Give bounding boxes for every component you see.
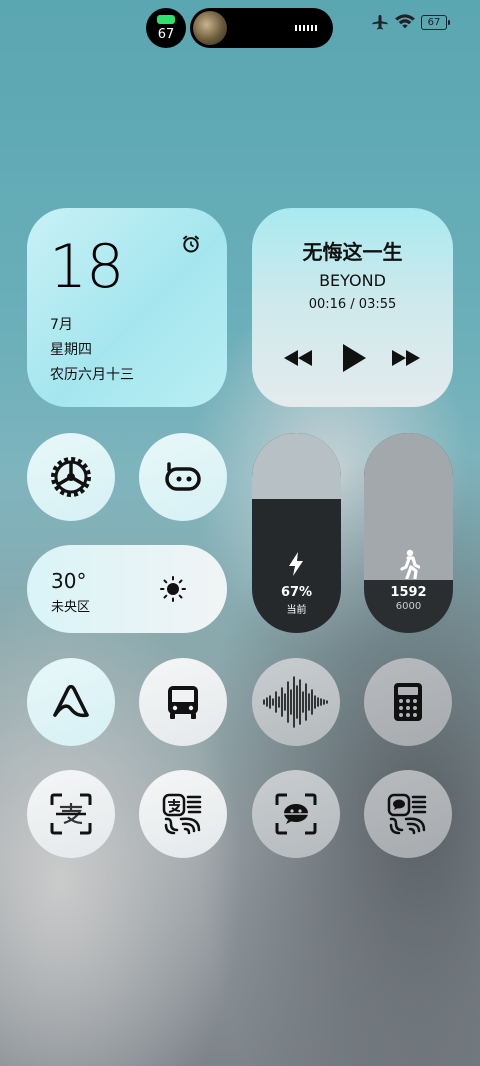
alipay-scan-icon [50,793,92,835]
weather-widget[interactable]: 30° 未央区 [27,545,227,633]
wechat-pay-icon [387,793,427,835]
battery-label: 当前 [286,605,307,616]
weather-temperature: 30° [51,569,87,593]
date-widget[interactable]: 18 7月 星期四 农历六月十三 [27,208,227,407]
play-icon[interactable] [341,343,367,373]
steps-capsule[interactable]: 1592 6000 [364,433,453,633]
wifi-icon [395,14,415,29]
battery-outline-icon: 67 [421,15,450,30]
song-artist: BEYOND [319,271,386,290]
battery-capsule-empty [252,433,341,499]
assistant-icon [165,462,201,491]
next-track-icon[interactable] [391,348,421,368]
alipay-pay-icon [162,793,202,835]
voice-wave-icon [263,676,328,728]
alipay-scan-button[interactable] [27,770,115,858]
steps-goal: 6000 [395,601,422,612]
wechat-scan-icon [275,793,317,835]
settings-button[interactable] [27,433,115,521]
music-island[interactable] [190,8,333,48]
status-icons: 67 [368,12,458,32]
sun-icon [160,576,186,602]
battery-green-icon [157,15,175,24]
date-lunar: 农历六月十三 [50,367,134,383]
walking-icon [400,549,420,579]
bus-icon [168,686,198,719]
battery-pill[interactable]: 67 [146,8,186,48]
voice-button[interactable] [252,658,340,746]
steps-count: 1592 [390,585,427,600]
wechat-pay-button[interactable] [364,770,452,858]
airplane-icon [372,14,388,30]
date-day: 18 [49,232,124,302]
calculator-button[interactable] [364,658,452,746]
battery-percent: 67% [280,585,313,600]
date-weekday: 星期四 [50,342,92,358]
battery-pill-value: 67 [157,27,175,42]
app-a-button[interactable] [27,658,115,746]
song-title: 无悔这一生 [302,240,403,264]
weather-location: 未央区 [51,600,91,615]
audio-visualizer-icon [295,25,319,31]
alarm-clock-icon [182,235,200,253]
date-month: 7月 [50,317,73,333]
song-progress-time: 00:16 / 03:55 [308,297,397,312]
album-art-thumbnail [193,11,227,45]
charging-bolt-icon [289,552,303,576]
settings-icon [51,457,91,497]
bus-button[interactable] [139,658,227,746]
battery-capsule[interactable]: 67% 当前 [252,433,341,633]
alipay-pay-button[interactable] [139,770,227,858]
music-widget[interactable]: 无悔这一生 BEYOND 00:16 / 03:55 [252,208,453,407]
wechat-scan-button[interactable] [252,770,340,858]
app-a-icon [53,685,89,718]
previous-track-icon[interactable] [283,348,313,368]
assistant-button[interactable] [139,433,227,521]
calculator-icon [394,683,422,721]
